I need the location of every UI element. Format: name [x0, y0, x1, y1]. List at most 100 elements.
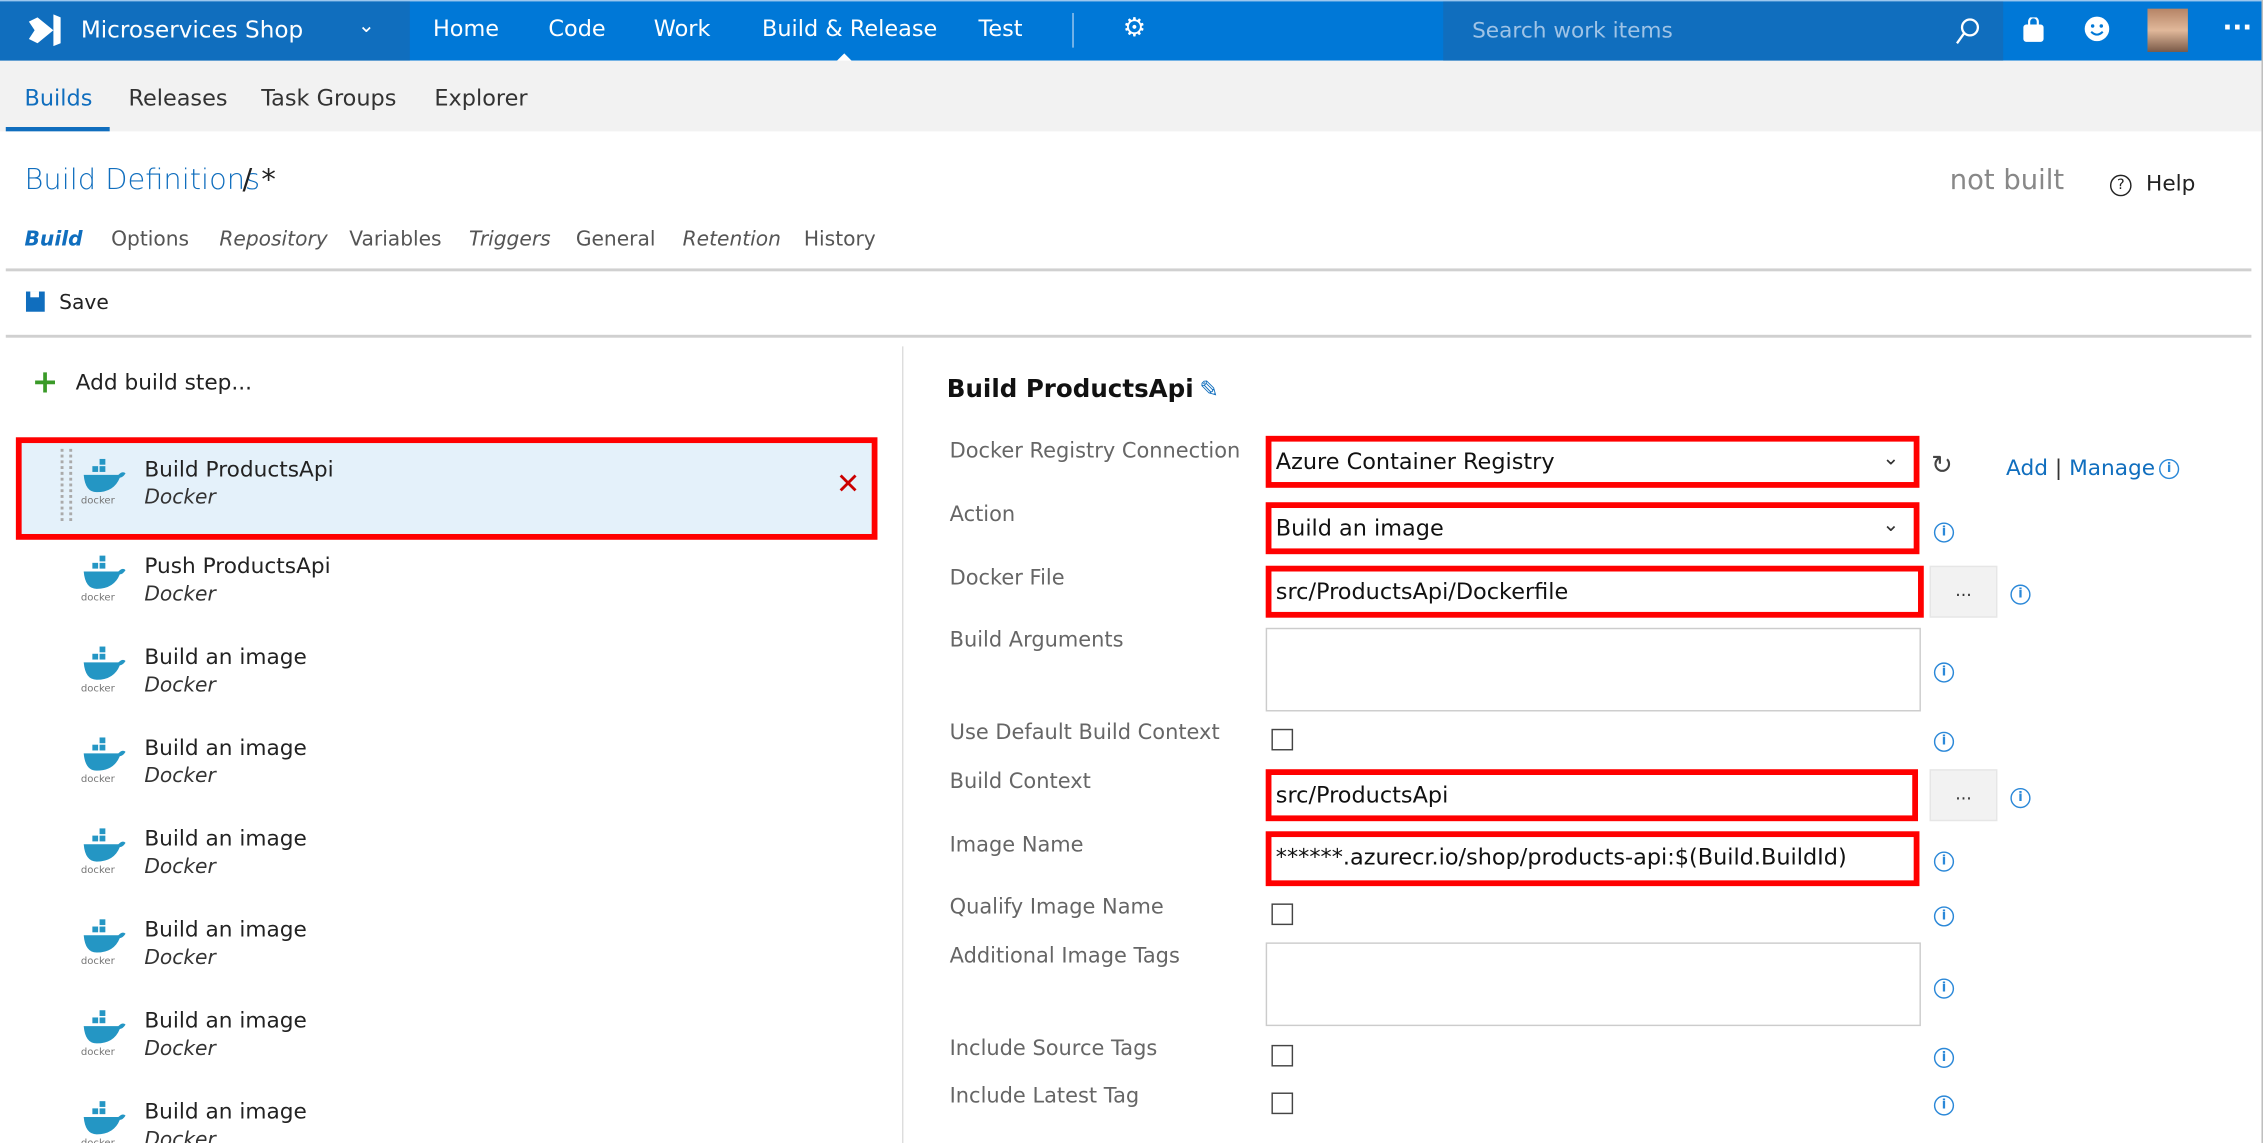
label-include-source-tags: Include Source Tags [949, 1037, 1158, 1061]
registry-connection-select[interactable]: Azure Container Registry ⌄ [1265, 435, 1920, 488]
build-step-item[interactable]: docker Build an image Docker [16, 625, 878, 716]
additional-tags-textarea[interactable] [1265, 942, 1921, 1027]
user-avatar[interactable] [2147, 8, 2188, 52]
build-arguments-textarea[interactable] [1265, 627, 1921, 712]
docker-file-input[interactable]: src/ProductsApi/Dockerfile [1265, 565, 1924, 618]
info-icon[interactable]: i [1933, 1095, 1955, 1116]
action-select[interactable]: Build an image ⌄ [1265, 502, 1920, 555]
build-step-item[interactable]: docker Build an image Docker [16, 807, 878, 898]
gear-icon[interactable]: ⚙ [1123, 13, 1146, 43]
tab-variables[interactable]: Variables [349, 228, 441, 251]
qualify-image-name-checkbox[interactable] [1271, 903, 1294, 926]
app-window: Microservices Shop ⌄ Home Code Work Buil… [0, 0, 2263, 1143]
marketplace-bag-icon[interactable] [2022, 17, 2045, 43]
build-step-item[interactable]: docker Build an image Docker [16, 1080, 878, 1143]
save-disk-icon [25, 291, 45, 312]
svg-text:docker: docker [81, 683, 116, 694]
manage-link[interactable]: Manage [2069, 455, 2155, 481]
project-switcher[interactable]: Microservices Shop ⌄ [0, 1, 410, 63]
label-image-name: Image Name [949, 834, 1084, 858]
step-type: Docker [144, 764, 216, 788]
edit-pencil-icon[interactable]: ✎ [1199, 375, 1218, 402]
tab-retention[interactable]: Retention [683, 228, 781, 251]
chevron-down-icon: ⌄ [1882, 513, 1900, 537]
step-type: Docker [144, 673, 216, 698]
info-icon[interactable]: i [1933, 731, 1955, 752]
label-docker-file: Docker File [949, 567, 1065, 591]
build-context-input[interactable]: src/ProductsApi [1265, 769, 1919, 822]
svg-text:docker: docker [81, 865, 116, 876]
tab-releases[interactable]: Releases [128, 85, 227, 111]
refresh-icon[interactable]: ↻ [1931, 450, 1953, 480]
build-step-item[interactable]: docker Build an image Docker [16, 716, 878, 807]
smiley-feedback-icon[interactable] [2084, 16, 2110, 42]
use-default-context-checkbox[interactable] [1271, 728, 1294, 751]
build-step-item[interactable]: docker Build an image Docker [16, 898, 878, 989]
nav-build-release[interactable]: Build & Release [762, 16, 937, 42]
browse-docker-file-button[interactable]: ... [1929, 565, 1998, 618]
tab-builds[interactable]: Builds [25, 85, 93, 111]
panel-divider[interactable] [902, 346, 904, 1143]
info-icon[interactable]: i [1933, 978, 1955, 999]
drag-handle[interactable] [60, 448, 73, 521]
tab-task-groups[interactable]: Task Groups [261, 85, 396, 111]
top-bar: Microservices Shop ⌄ Home Code Work Buil… [0, 0, 2262, 63]
tab-history[interactable]: History [804, 228, 876, 251]
step-type: Docker [144, 1128, 216, 1143]
sub-navigation: Builds Releases Task Groups Explorer [0, 60, 2262, 132]
breadcrumb-current: / * [242, 161, 276, 197]
label-additional-tags: Additional Image Tags [949, 945, 1180, 969]
add-link[interactable]: Add [2006, 455, 2048, 481]
tab-explorer[interactable]: Explorer [434, 85, 527, 111]
build-step-item[interactable]: docker Build an image Docker [16, 989, 878, 1080]
label-include-latest-tag: Include Latest Tag [949, 1085, 1140, 1109]
label-registry: Docker Registry Connection [949, 440, 1241, 464]
nav-home[interactable]: Home [433, 16, 499, 42]
docker-icon: docker [79, 918, 128, 967]
step-title: Build ProductsApi [144, 456, 334, 483]
info-icon[interactable]: i [1933, 662, 1955, 683]
info-icon[interactable]: i [2010, 787, 2031, 809]
more-options-icon[interactable]: ··· [2223, 13, 2253, 43]
divider [5, 334, 2252, 338]
nav-work[interactable]: Work [654, 16, 711, 42]
save-button[interactable]: Save [25, 291, 109, 315]
label-build-context: Build Context [949, 770, 1091, 794]
include-source-tags-checkbox[interactable] [1271, 1044, 1294, 1067]
svg-text:docker: docker [81, 496, 116, 507]
search-input[interactable]: Search work items [1472, 17, 1673, 43]
build-step-item[interactable]: docker Build ProductsApi Docker ✕ [15, 437, 878, 540]
step-title: Push ProductsApi [144, 552, 331, 579]
help-button[interactable]: ? Help [2109, 170, 2195, 197]
chevron-down-icon[interactable]: ⌄ [358, 14, 375, 37]
nav-test[interactable]: Test [978, 16, 1022, 42]
divider [5, 268, 2252, 272]
search-box[interactable]: Search work items [1443, 1, 2004, 63]
tab-build[interactable]: Build [25, 228, 83, 251]
tab-repository[interactable]: Repository [219, 228, 327, 251]
browse-build-context-button[interactable]: ... [1929, 769, 1998, 822]
docker-icon: docker [79, 1009, 128, 1058]
build-context-value: src/ProductsApi [1275, 782, 1449, 809]
build-step-item[interactable]: docker Push ProductsApi Docker [16, 534, 878, 625]
chevron-down-icon: ⌄ [1882, 447, 1900, 471]
breadcrumb-build-definitions[interactable]: Build Definitions [25, 162, 261, 197]
search-icon[interactable] [1954, 17, 1980, 46]
info-icon[interactable]: i [1933, 851, 1955, 872]
tab-triggers[interactable]: Triggers [469, 228, 551, 251]
remove-step-icon[interactable]: ✕ [836, 466, 860, 501]
image-name-input[interactable]: ******.azurecr.io/shop/products-api:$(Bu… [1265, 831, 1920, 887]
info-icon[interactable]: i [1933, 522, 1955, 543]
info-icon[interactable]: i [1933, 1047, 1955, 1068]
tab-options[interactable]: Options [111, 228, 189, 251]
info-icon[interactable]: i [1933, 906, 1955, 927]
include-latest-tag-checkbox[interactable] [1271, 1092, 1294, 1115]
info-icon[interactable]: i [2159, 458, 2180, 480]
step-type: Docker [144, 1037, 216, 1061]
active-tab-underline [5, 127, 110, 132]
info-icon[interactable]: i [2010, 584, 2031, 605]
registry-value: Azure Container Registry [1275, 448, 1555, 475]
nav-code[interactable]: Code [548, 16, 605, 42]
tab-general[interactable]: General [576, 228, 656, 251]
add-build-step-button[interactable]: + Add build step... [32, 365, 252, 401]
